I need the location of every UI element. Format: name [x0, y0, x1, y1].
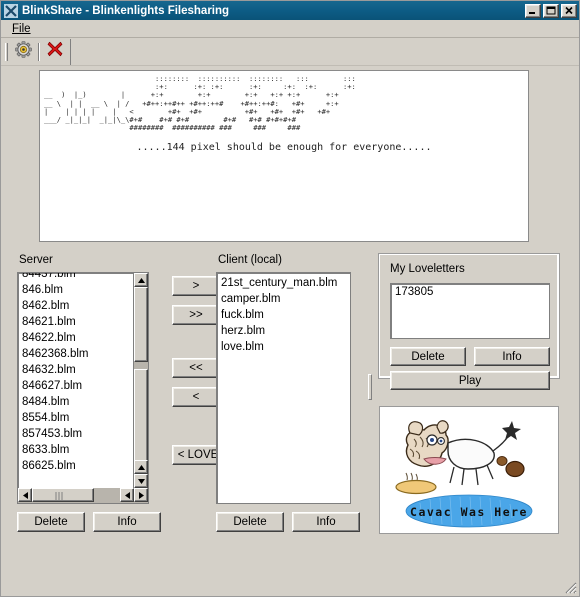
- settings-gear-button[interactable]: [11, 40, 35, 63]
- main-window: BlinkShare - Blinkenlights Filesharing F…: [0, 0, 580, 597]
- title-bar: BlinkShare - Blinkenlights Filesharing: [1, 1, 579, 20]
- ascii-art: :::::::: :::::::::: :::::::: ::: ::: :+:…: [44, 74, 356, 133]
- server-scroll-left2-button[interactable]: [120, 488, 134, 502]
- loveletters-delete-button[interactable]: Delete: [390, 347, 466, 366]
- server-list-item[interactable]: 857453.blm: [18, 426, 132, 442]
- pane-splitter[interactable]: [367, 254, 373, 549]
- window-controls: [525, 3, 577, 18]
- server-list-item[interactable]: 84437.blm: [18, 273, 132, 282]
- server-scroll-right-button[interactable]: [134, 488, 148, 502]
- server-list-item[interactable]: 846627.blm: [18, 378, 132, 394]
- server-scroll-up2-button[interactable]: [134, 460, 148, 474]
- minimize-icon[interactable]: [525, 3, 541, 18]
- toolbar-drag-grip[interactable]: [5, 42, 8, 61]
- menu-file-label: File: [12, 22, 31, 35]
- transfer-one-right-button[interactable]: >: [172, 276, 220, 296]
- right-pane: My Loveletters 173805 Delete Info Play C…: [375, 253, 573, 549]
- toolbar: [1, 38, 579, 66]
- server-vscrollbar[interactable]: [133, 273, 148, 488]
- server-hscrollbar[interactable]: [18, 488, 148, 503]
- server-list-item[interactable]: 84622.blm: [18, 330, 132, 346]
- maximize-icon[interactable]: [543, 3, 559, 18]
- server-list-item[interactable]: 8554.blm: [18, 410, 132, 426]
- client-list-items: 21st_century_man.blm camper.blm fuck.blm he…: [217, 275, 350, 503]
- blink-x-icon: [4, 3, 18, 18]
- server-list-item[interactable]: 8633.blm: [18, 442, 132, 458]
- server-list-item[interactable]: 8462.blm: [18, 298, 132, 314]
- client-buttons: Delete Info: [216, 512, 360, 532]
- loveletters-play-button[interactable]: Play: [390, 371, 550, 390]
- loveletters-value-field[interactable]: 173805: [390, 283, 550, 339]
- server-vscroll-thumb-upper[interactable]: [134, 287, 148, 362]
- client-area: :::::::: :::::::::: :::::::: ::: ::: :+:…: [1, 66, 579, 596]
- transfer-spacer: [172, 334, 220, 358]
- server-scroll-up-button[interactable]: [134, 273, 148, 287]
- picture-panel: Cavac Was Here: [379, 406, 559, 534]
- window-title: BlinkShare - Blinkenlights Filesharing: [22, 4, 230, 17]
- transfer-one-left-button[interactable]: <: [172, 387, 220, 407]
- transfer-all-right-button[interactable]: >>: [172, 305, 220, 325]
- close-icon[interactable]: [561, 3, 577, 18]
- transfer-button-group: > >> << < < LOVE: [172, 276, 224, 474]
- loveletters-info-button[interactable]: Info: [474, 347, 550, 366]
- server-list-item[interactable]: 86625.blm: [18, 458, 132, 474]
- banner-subtitle: .....144 pixel should be enough for ever…: [136, 142, 432, 154]
- transfer-spacer-2: [172, 416, 220, 445]
- server-list-item[interactable]: 8484.blm: [18, 394, 132, 410]
- client-list-item[interactable]: fuck.blm: [217, 307, 350, 323]
- server-list-item[interactable]: 84621.blm: [18, 314, 132, 330]
- server-buttons: Delete Info: [17, 512, 161, 532]
- menu-bar: File: [1, 20, 579, 38]
- menu-item-file[interactable]: File: [7, 22, 36, 36]
- resize-grip[interactable]: [564, 581, 577, 594]
- client-list-item[interactable]: 21st_century_man.blm: [217, 275, 350, 291]
- close-connection-button[interactable]: [43, 41, 67, 63]
- toolbar-band: [1, 38, 71, 65]
- client-list-item[interactable]: love.blm: [217, 339, 350, 355]
- client-list[interactable]: 21st_century_man.blm camper.blm fuck.blm he…: [216, 272, 351, 504]
- loveletters-group: My Loveletters 173805 Delete Info Play: [378, 253, 560, 390]
- loveletters-title: My Loveletters: [390, 263, 465, 275]
- toolbar-separator: [38, 42, 40, 61]
- application-window-root: BlinkShare - Blinkenlights Filesharing F…: [0, 0, 580, 597]
- server-list-item[interactable]: 8462368.blm: [18, 346, 132, 362]
- split-panes: Server 84437.blm 846.blm 8462.blm 84621.blm…: [9, 253, 573, 549]
- ascii-banner-panel: :::::::: :::::::::: :::::::: ::: ::: :+:…: [39, 70, 529, 242]
- red-x-icon: [46, 40, 64, 63]
- client-list-item[interactable]: camper.blm: [217, 291, 350, 307]
- server-hscroll-thumb[interactable]: [32, 488, 94, 502]
- server-list-label: Server: [19, 254, 53, 266]
- transfer-all-left-button[interactable]: <<: [172, 358, 220, 378]
- client-list-item[interactable]: herz.blm: [217, 323, 350, 339]
- server-delete-button[interactable]: Delete: [17, 512, 85, 532]
- server-vscroll-thumb[interactable]: [134, 369, 148, 474]
- left-pane: Server 84437.blm 846.blm 8462.blm 84621.blm…: [9, 254, 364, 549]
- server-list[interactable]: 84437.blm 846.blm 8462.blm 84621.blm 84622.b…: [17, 272, 149, 504]
- server-list-item[interactable]: 84632.blm: [18, 362, 132, 378]
- gear-icon: [14, 40, 32, 63]
- picture-caption: Cavac Was Here: [410, 505, 528, 519]
- server-scroll-down-button[interactable]: [134, 474, 148, 488]
- client-info-button[interactable]: Info: [292, 512, 360, 532]
- client-list-label: Client (local): [218, 254, 282, 266]
- server-list-item[interactable]: 846.blm: [18, 282, 132, 298]
- server-info-button[interactable]: Info: [93, 512, 161, 532]
- client-delete-button[interactable]: Delete: [216, 512, 284, 532]
- splitter-handle[interactable]: [368, 374, 372, 400]
- server-list-items: 84437.blm 846.blm 8462.blm 84621.blm 84622.b…: [18, 273, 132, 503]
- server-scroll-left-button[interactable]: [18, 488, 32, 502]
